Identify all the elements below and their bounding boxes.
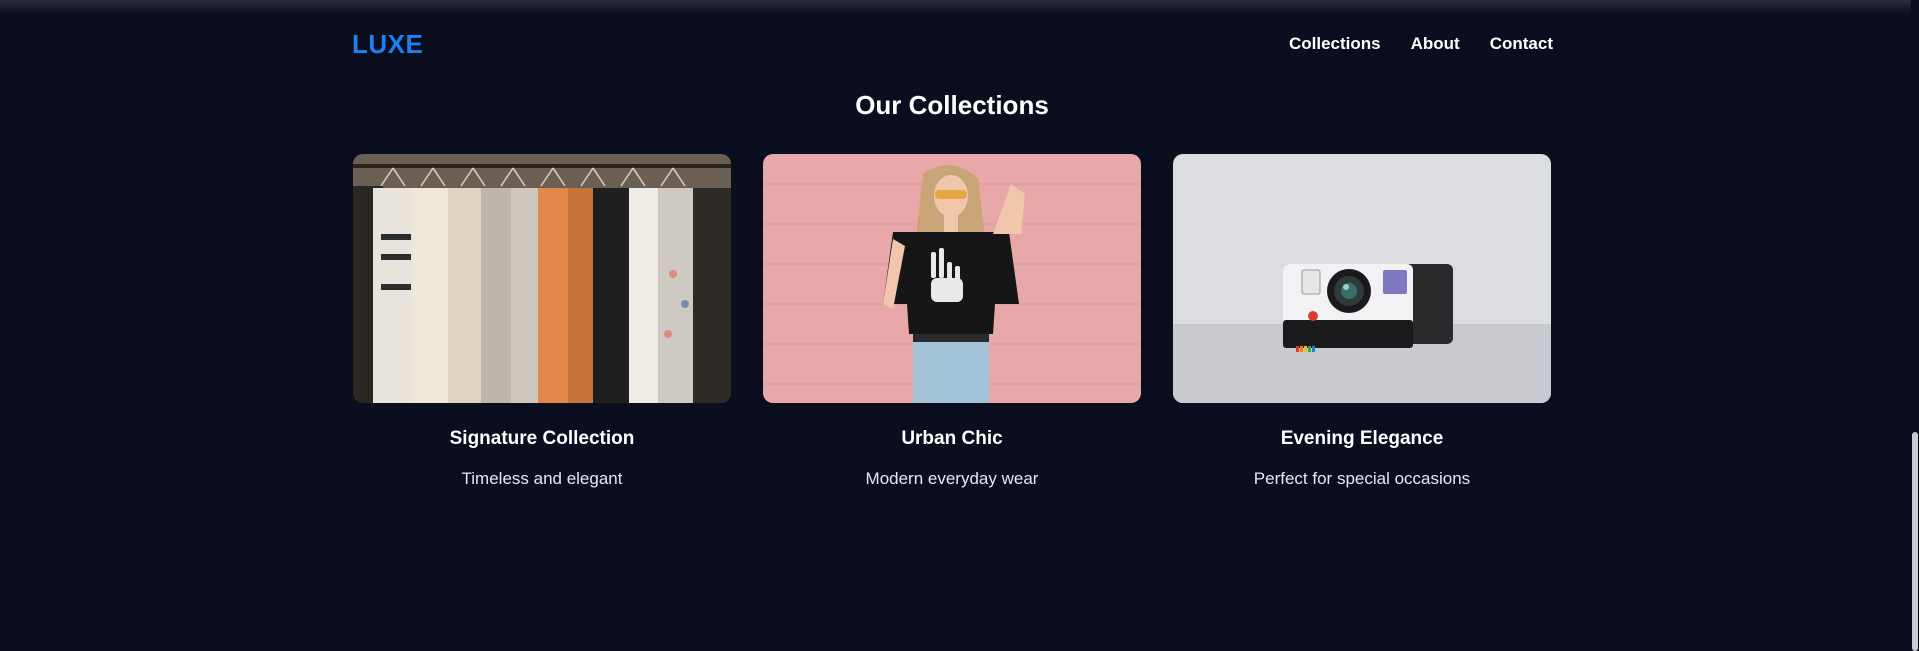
navbar: LUXE Collections About Contact [352, 22, 1553, 66]
nav-link-collections[interactable]: Collections [1289, 34, 1381, 54]
scrollbar[interactable] [1911, 0, 1919, 651]
collection-title: Evening Elegance [1280, 428, 1444, 449]
collection-card-signature[interactable]: Signature Collection Timeless and elegan… [353, 154, 731, 489]
nav-link-about[interactable]: About [1411, 34, 1460, 54]
scrollbar-thumb[interactable] [1912, 432, 1918, 651]
collection-subtitle: Perfect for special occasions [1253, 469, 1471, 488]
page: LUXE Collections About Contact Our Colle… [0, 0, 1919, 651]
collection-subtitle: Modern everyday wear [865, 469, 1039, 488]
collection-title: Urban Chic [901, 428, 1003, 449]
collection-card-evening[interactable]: Evening Elegance Perfect for special occ… [1173, 154, 1551, 489]
instant-camera-image [1173, 154, 1551, 403]
woman-pink-wall-image [763, 154, 1141, 403]
collection-subtitle: Timeless and elegant [461, 469, 623, 488]
nav-links: Collections About Contact [1289, 34, 1553, 54]
section-title: Our Collections [855, 90, 1049, 120]
collection-title: Signature Collection [449, 428, 635, 449]
top-shadow [0, 0, 1919, 14]
brand-logo[interactable]: LUXE [352, 29, 423, 60]
clothing-rack-image [353, 154, 731, 403]
collections-grid: Signature Collection Timeless and elegan… [353, 154, 1551, 489]
nav-link-contact[interactable]: Contact [1490, 34, 1553, 54]
collection-card-urban[interactable]: Urban Chic Modern everyday wear [763, 154, 1141, 489]
